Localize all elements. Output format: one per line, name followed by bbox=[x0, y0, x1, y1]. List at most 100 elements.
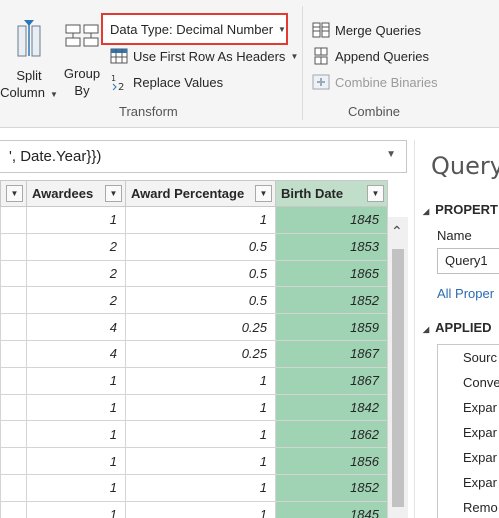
scroll-up-icon[interactable]: ⌃ bbox=[391, 223, 403, 240]
filter-dropdown-icon[interactable]: ▼ bbox=[367, 185, 384, 202]
filter-dropdown-icon[interactable]: ▼ bbox=[105, 185, 122, 202]
table-cell[interactable]: 1867 bbox=[275, 339, 388, 368]
table-cell[interactable]: 1845 bbox=[275, 206, 388, 234]
vertical-scrollbar[interactable]: ⌃ bbox=[388, 217, 408, 518]
table-cell[interactable]: 1865 bbox=[275, 259, 388, 288]
append-queries-button[interactable]: Append Queries bbox=[312, 45, 429, 67]
combine-binaries-label: Combine Binaries bbox=[335, 74, 438, 90]
table-cell[interactable]: 1852 bbox=[275, 286, 388, 315]
table-cell-previous[interactable] bbox=[0, 420, 27, 449]
table-cell[interactable]: 2 bbox=[26, 259, 126, 288]
previous-column-header[interactable]: ▼ bbox=[0, 180, 27, 207]
table-cell[interactable]: 1 bbox=[125, 500, 276, 518]
table-cell[interactable]: 4 bbox=[26, 339, 126, 368]
all-properties-link[interactable]: All Proper bbox=[437, 286, 494, 301]
table-cell[interactable]: 0.25 bbox=[125, 313, 276, 341]
scrollbar-thumb[interactable] bbox=[392, 249, 404, 507]
table-cell-previous[interactable] bbox=[0, 259, 27, 288]
column-header-birth-date[interactable]: Birth Date ▼ bbox=[275, 180, 388, 207]
table-cell-previous[interactable] bbox=[0, 339, 27, 368]
table-cell[interactable]: 1852 bbox=[275, 473, 388, 502]
table-cell-previous[interactable] bbox=[0, 286, 27, 315]
table-cell[interactable]: 1853 bbox=[275, 232, 388, 261]
query-name-input[interactable]: Query1 bbox=[437, 248, 499, 274]
table-cell[interactable]: 1 bbox=[125, 447, 276, 475]
table-cell[interactable]: 1 bbox=[26, 206, 126, 234]
group-by-button[interactable]: Group By bbox=[60, 22, 104, 99]
split-column-label-2: Column ▼ bbox=[0, 84, 58, 103]
table-cell-previous[interactable] bbox=[0, 500, 27, 518]
column-header-awardees[interactable]: Awardees ▼ bbox=[26, 180, 126, 207]
split-column-button[interactable]: Split Column ▼ bbox=[0, 20, 58, 103]
table-cell-previous[interactable] bbox=[0, 366, 27, 395]
table-cell[interactable]: 1 bbox=[125, 473, 276, 502]
table-cell-previous[interactable] bbox=[0, 232, 27, 261]
table-cell-previous[interactable] bbox=[0, 393, 27, 422]
table-cell[interactable]: 0.5 bbox=[125, 232, 276, 261]
applied-step[interactable]: Expar bbox=[438, 420, 499, 445]
table-cell[interactable]: 1 bbox=[26, 393, 126, 422]
table-cell-previous[interactable] bbox=[0, 313, 27, 341]
table-cell[interactable]: 1856 bbox=[275, 447, 388, 475]
applied-steps-list: Sourc Conve Expar Expar Expar Expar Remo bbox=[437, 344, 499, 518]
table-cell-previous[interactable] bbox=[0, 447, 27, 475]
applied-step[interactable]: Expar bbox=[438, 470, 499, 495]
applied-step[interactable]: Conve bbox=[438, 370, 499, 395]
ribbon: Split Column ▼ Group By Data Type: Decima… bbox=[0, 0, 499, 128]
table-body: 1 1 1845 2 0.5 1853 2 0.5 1865 2 0.5 1852 4 0.25 1859 4… bbox=[0, 206, 388, 518]
header-row: ▼ Awardees ▼ Award Percentage ▼ Birth Date… bbox=[0, 180, 388, 207]
table-cell[interactable]: 1842 bbox=[275, 393, 388, 422]
chevron-down-icon: ▼ bbox=[49, 90, 58, 99]
table-cell[interactable]: 1 bbox=[125, 420, 276, 449]
svg-text:2: 2 bbox=[118, 82, 124, 91]
query-settings-pane: Query PROPERT Name Query1 All Proper APP… bbox=[414, 140, 499, 518]
table-cell-previous[interactable] bbox=[0, 206, 27, 234]
filter-dropdown-icon[interactable]: ▼ bbox=[255, 185, 272, 202]
group-by-label-1: Group bbox=[63, 66, 101, 81]
applied-step[interactable]: Expar bbox=[438, 395, 499, 420]
table-cell[interactable]: 1845 bbox=[275, 500, 388, 518]
applied-step[interactable]: Sourc bbox=[438, 345, 499, 370]
table-headers-icon bbox=[110, 48, 128, 64]
merge-queries-button[interactable]: Merge Queries bbox=[312, 19, 421, 41]
combine-group-label: Combine bbox=[348, 104, 401, 119]
table-cell[interactable]: 2 bbox=[26, 286, 126, 315]
filter-dropdown-icon[interactable]: ▼ bbox=[6, 185, 23, 202]
column-header-award-percentage[interactable]: Award Percentage ▼ bbox=[125, 180, 276, 207]
replace-values-button[interactable]: 1 2 Replace Values bbox=[110, 71, 223, 93]
applied-steps-section-header[interactable]: APPLIED bbox=[423, 320, 491, 335]
table-cell[interactable]: 1859 bbox=[275, 313, 388, 341]
applied-step[interactable]: Remo bbox=[438, 495, 499, 518]
table-cell[interactable]: 1 bbox=[26, 366, 126, 395]
use-first-row-headers-label: Use First Row As Headers bbox=[133, 48, 286, 64]
table-cell[interactable]: 1862 bbox=[275, 420, 388, 449]
table-cell[interactable]: 1 bbox=[26, 500, 126, 518]
table-cell[interactable]: 1 bbox=[26, 447, 126, 475]
table-cell[interactable]: 1 bbox=[125, 206, 276, 234]
formula-text: ', Date.Year}}) bbox=[9, 148, 102, 165]
data-type-dropdown[interactable]: Data Type: Decimal Number ▼ bbox=[110, 18, 286, 40]
chevron-down-icon[interactable]: ▼ bbox=[386, 149, 396, 160]
combine-binaries-button[interactable]: Combine Binaries bbox=[312, 71, 438, 93]
table-cell[interactable]: 2 bbox=[26, 232, 126, 261]
properties-section-header[interactable]: PROPERT bbox=[423, 202, 498, 217]
group-by-icon bbox=[65, 24, 99, 47]
table-cell[interactable]: 1 bbox=[26, 473, 126, 502]
table-cell[interactable]: 0.25 bbox=[125, 339, 276, 368]
table-cell[interactable]: 0.5 bbox=[125, 286, 276, 315]
table-cell[interactable]: 1 bbox=[26, 420, 126, 449]
transform-group-label: Transform bbox=[119, 104, 178, 119]
split-column-label-1: Split bbox=[16, 68, 42, 83]
formula-bar[interactable]: ', Date.Year}}) ▼ bbox=[0, 140, 407, 173]
table-row: 2 0.5 1865 bbox=[0, 259, 388, 288]
use-first-row-headers-button[interactable]: Use First Row As Headers ▼ bbox=[110, 45, 298, 67]
applied-step[interactable]: Expar bbox=[438, 445, 499, 470]
table-cell[interactable]: 0.5 bbox=[125, 259, 276, 288]
column-header-label: Award Percentage bbox=[131, 186, 245, 201]
table-cell-previous[interactable] bbox=[0, 473, 27, 502]
ribbon-divider bbox=[302, 6, 303, 120]
table-cell[interactable]: 1 bbox=[125, 393, 276, 422]
table-cell[interactable]: 4 bbox=[26, 313, 126, 341]
table-cell[interactable]: 1867 bbox=[275, 366, 388, 395]
table-cell[interactable]: 1 bbox=[125, 366, 276, 395]
